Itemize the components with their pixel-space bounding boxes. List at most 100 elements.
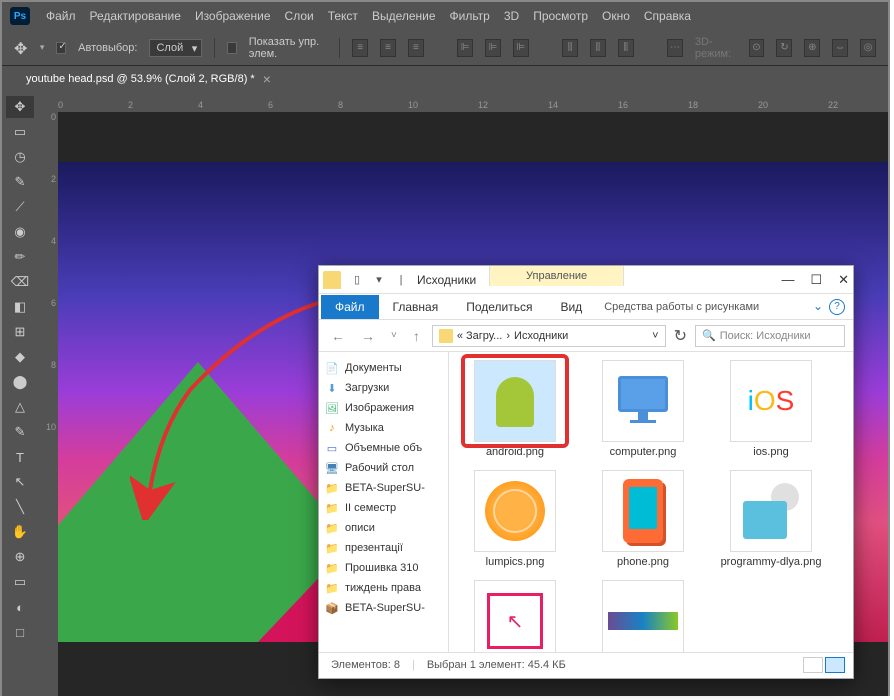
3d-icon[interactable]: ⇔	[832, 39, 848, 57]
search-box[interactable]: 🔍 Поиск: Исходники	[695, 325, 845, 347]
tool-button[interactable]: □	[6, 621, 34, 643]
distribute-icon[interactable]: ⫼	[590, 39, 606, 57]
tool-button[interactable]: △	[6, 396, 34, 418]
menu-Справка[interactable]: Справка	[644, 9, 691, 23]
3d-icon[interactable]: ◎	[860, 39, 876, 57]
recent-button[interactable]: ˅	[387, 330, 401, 341]
address-bar[interactable]: « Загру... › Исходники ˅	[432, 325, 666, 347]
quick-access-icon[interactable]: ▯	[347, 270, 367, 290]
align-icon[interactable]: ≡	[408, 39, 424, 57]
align-icon[interactable]: ⊫	[457, 39, 473, 57]
nav-item[interactable]: 📁Прошивка 310	[321, 558, 446, 578]
align-icon[interactable]: ⊫	[513, 39, 529, 57]
tool-button[interactable]: ↖	[6, 471, 34, 493]
details-view-button[interactable]	[803, 657, 823, 673]
menu-Фильтр[interactable]: Фильтр	[450, 9, 490, 23]
file-item[interactable]: phone.png	[585, 470, 701, 568]
distribute-icon[interactable]: ⫼	[562, 39, 578, 57]
quick-access-icon[interactable]: ▾	[369, 270, 389, 290]
more-icon[interactable]: ⋯	[667, 39, 683, 57]
tool-button[interactable]: ⊞	[6, 321, 34, 343]
tool-button[interactable]: ◉	[6, 221, 34, 243]
nav-item[interactable]: 📁тиждень права	[321, 578, 446, 598]
nav-item[interactable]: ▭Объемные объ	[321, 438, 446, 458]
3d-icon[interactable]: ⊙	[749, 39, 765, 57]
tool-button[interactable]: ⊕	[6, 546, 34, 568]
tool-button[interactable]: ◆	[6, 346, 34, 368]
menu-Редактирование[interactable]: Редактирование	[90, 9, 181, 23]
nav-item[interactable]: 📄Документы	[321, 358, 446, 378]
3d-icon[interactable]: ⊕	[804, 39, 820, 57]
nav-item[interactable]: 📁презентації	[321, 538, 446, 558]
align-icon[interactable]: ≡	[380, 39, 396, 57]
forward-button[interactable]: →	[357, 328, 379, 344]
nav-item[interactable]: 🖼Изображения	[321, 398, 446, 418]
file-item[interactable]: android.png	[457, 360, 573, 458]
maximize-button[interactable]: ☐	[810, 272, 822, 288]
tool-button[interactable]: ⬤	[6, 371, 34, 393]
tool-button[interactable]: ◷	[6, 146, 34, 168]
nav-item[interactable]: 📁II семестр	[321, 498, 446, 518]
chevron-down-icon[interactable]: ▾	[40, 42, 45, 53]
nav-item[interactable]: ♪Музыка	[321, 418, 446, 438]
picture-tools-tab[interactable]: Средства работы с рисунками	[604, 301, 759, 313]
menu-Окно[interactable]: Окно	[602, 9, 630, 23]
dropdown-icon[interactable]: ˅	[652, 330, 658, 342]
menu-Слои[interactable]: Слои	[285, 9, 314, 23]
active-document-tab[interactable]: youtube head.psd @ 53.9% (Слой 2, RGB/8)…	[14, 67, 283, 91]
tool-button[interactable]: ◐	[6, 596, 34, 618]
tool-button[interactable]: T	[6, 446, 34, 468]
refresh-button[interactable]: ↻	[674, 326, 687, 346]
nav-item[interactable]: 📁описи	[321, 518, 446, 538]
auto-select-checkbox[interactable]	[56, 42, 66, 54]
tool-button[interactable]: ▭	[6, 571, 34, 593]
file-tab[interactable]: Файл	[321, 295, 379, 319]
tool-button[interactable]: ▭	[6, 121, 34, 143]
breadcrumb-part[interactable]: « Загру...	[457, 330, 503, 342]
file-item[interactable]: ↖	[457, 580, 573, 652]
menu-Файл[interactable]: Файл	[46, 9, 76, 23]
nav-item[interactable]: ⬇Загрузки	[321, 378, 446, 398]
share-tab[interactable]: Поделиться	[452, 295, 546, 319]
breadcrumb-part[interactable]: Исходники	[514, 330, 568, 342]
up-button[interactable]: ↑	[409, 328, 424, 344]
tool-button[interactable]: ✥	[6, 96, 34, 118]
menu-3D[interactable]: 3D	[504, 9, 519, 23]
align-icon[interactable]: ⊫	[485, 39, 501, 57]
3d-icon[interactable]: ↻	[776, 39, 792, 57]
icons-view-button[interactable]	[825, 657, 845, 673]
menu-Текст[interactable]: Текст	[328, 9, 358, 23]
show-controls-checkbox[interactable]	[227, 42, 237, 54]
tool-button[interactable]: ✏	[6, 246, 34, 268]
view-tab[interactable]: Вид	[546, 295, 596, 319]
file-item[interactable]: programmy-dlya.png	[713, 470, 829, 568]
ribbon-context-tab[interactable]: Управление	[489, 266, 624, 286]
nav-item[interactable]: 📦BETA-SuperSU-	[321, 598, 446, 618]
back-button[interactable]: ←	[327, 328, 349, 344]
tool-button[interactable]: ◧	[6, 296, 34, 318]
tool-button[interactable]: ⟋	[6, 196, 34, 218]
tool-button[interactable]: ✎	[6, 171, 34, 193]
menu-Выделение[interactable]: Выделение	[372, 9, 436, 23]
file-item[interactable]: lumpics.png	[457, 470, 573, 568]
file-item[interactable]: computer.png	[585, 360, 701, 458]
nav-item[interactable]: 📁BETA-SuperSU-	[321, 478, 446, 498]
expand-ribbon-icon[interactable]: ⌄	[813, 299, 823, 315]
file-item[interactable]	[585, 580, 701, 652]
file-item[interactable]: iOSios.png	[713, 360, 829, 458]
tool-button[interactable]: ⌫	[6, 271, 34, 293]
align-icon[interactable]: ≡	[352, 39, 368, 57]
minimize-button[interactable]: —	[781, 272, 794, 288]
distribute-icon[interactable]: ⫼	[618, 39, 634, 57]
nav-item[interactable]: 🖥Рабочий стол	[321, 458, 446, 478]
menu-Просмотр[interactable]: Просмотр	[533, 9, 588, 23]
help-icon[interactable]: ?	[829, 299, 845, 315]
home-tab[interactable]: Главная	[379, 295, 453, 319]
menu-Изображение[interactable]: Изображение	[195, 9, 271, 23]
close-button[interactable]: ✕	[838, 272, 849, 288]
tool-button[interactable]: ✎	[6, 421, 34, 443]
close-tab-icon[interactable]: ×	[263, 71, 271, 87]
tool-button[interactable]: ✋	[6, 521, 34, 543]
tool-button[interactable]: ╲	[6, 496, 34, 518]
file-list[interactable]: android.pngcomputer.pngiOSios.png lumpics…	[449, 352, 853, 652]
